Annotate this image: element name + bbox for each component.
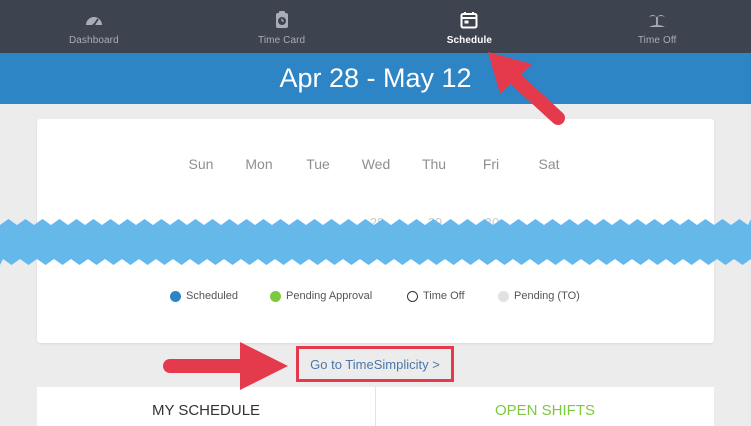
tab-open-shifts[interactable]: OPEN SHIFTS [376, 387, 714, 426]
nav-item-time-off[interactable]: Time Off [563, 0, 751, 53]
legend-label: Pending Approval [286, 290, 373, 302]
weekday-label: Tue [306, 156, 330, 172]
time-off-circle-icon [407, 290, 418, 302]
legend-item-scheduled: Scheduled [170, 290, 238, 302]
island-icon [647, 10, 667, 30]
gauge-icon [84, 10, 104, 30]
calendar-icon [459, 10, 479, 30]
weekday-header: Sun Mon Tue Wed Thu Fri Sat [37, 156, 714, 176]
nav-item-schedule[interactable]: Schedule [376, 0, 564, 53]
weekday-label: Mon [245, 156, 273, 172]
legend-item-time-off: Time Off [407, 290, 465, 302]
weekday-label: Sun [188, 156, 214, 172]
torn-edge-divider [0, 219, 751, 265]
nav-label: Schedule [446, 35, 492, 46]
scheduled-dot-icon [170, 290, 181, 302]
nav-label: Dashboard [68, 35, 119, 46]
link-label: Go to TimeSimplicity > [310, 356, 440, 372]
weekday-label: Sat [538, 156, 560, 172]
nav-label: Time Off [637, 35, 677, 46]
legend-label: Time Off [423, 290, 465, 302]
tab-my-schedule[interactable]: MY SCHEDULE [37, 387, 376, 426]
legend-item-pending-approval: Pending Approval [270, 290, 372, 302]
go-to-timesimplicity-link[interactable]: Go to TimeSimplicity > [296, 346, 454, 382]
weekday-label: Wed [361, 156, 391, 172]
legend-item-pending-to: Pending (TO) [498, 290, 580, 302]
pending-to-dot-icon [498, 290, 509, 302]
legend-label: Pending (TO) [514, 290, 580, 302]
nav-label: Time Card [258, 35, 306, 46]
weekday-label: Thu [421, 156, 447, 172]
nav-item-time-card[interactable]: Time Card [188, 0, 376, 53]
pending-approval-dot-icon [270, 290, 281, 302]
weekday-label: Fri [482, 156, 500, 172]
date-range-banner: Apr 28 - May 12 [0, 53, 751, 104]
status-legend: Scheduled Pending Approval Time Off Pend… [37, 290, 714, 308]
top-navigation: Dashboard Time Card Schedule Time Off [0, 0, 751, 53]
nav-item-dashboard[interactable]: Dashboard [0, 0, 188, 53]
link-callout-arrow-icon [163, 342, 288, 390]
legend-label: Scheduled [186, 290, 238, 302]
timecard-icon [272, 10, 292, 30]
schedule-tabs: MY SCHEDULE OPEN SHIFTS [37, 387, 714, 426]
